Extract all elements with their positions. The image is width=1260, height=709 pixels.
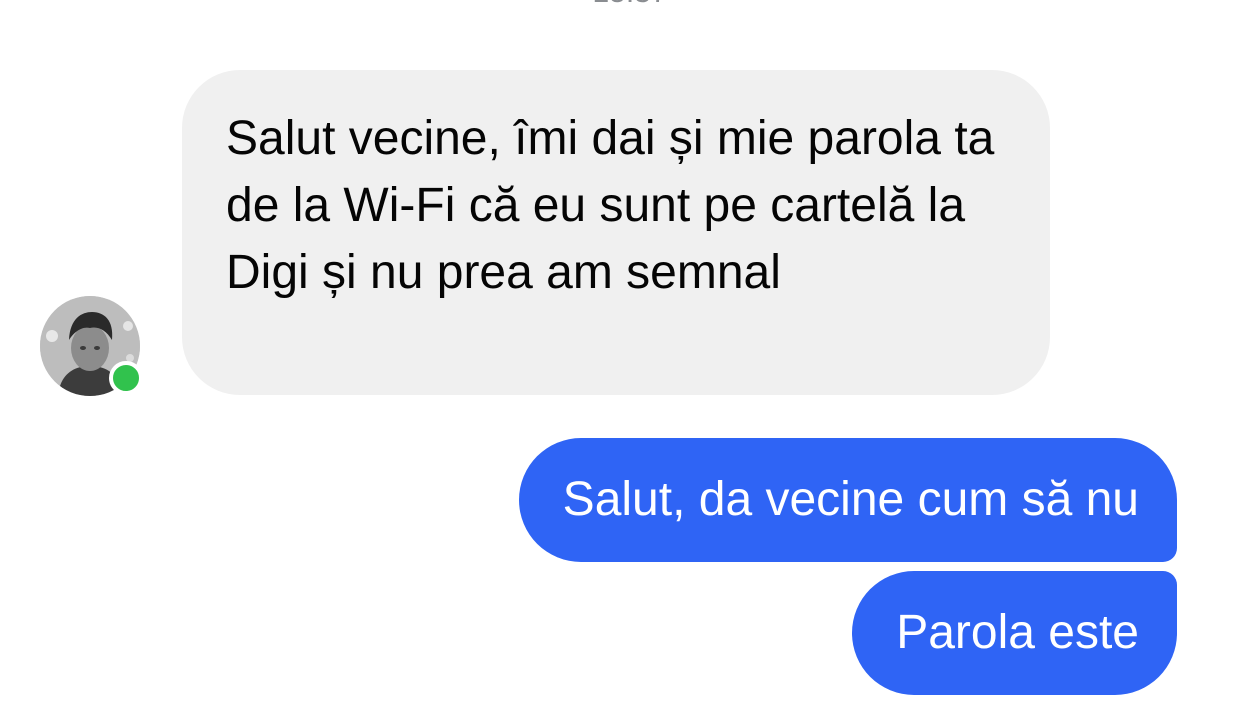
incoming-message-bubble[interactable]: Salut vecine, îmi dai și mie parola ta d… [182, 70, 1050, 395]
chat-thread: 15:37 Salut vecine, îmi dai și mie parol… [0, 0, 1260, 709]
contact-avatar[interactable] [40, 296, 143, 396]
online-status-indicator [109, 361, 143, 395]
message-timestamp: 15:37 [0, 0, 1260, 10]
outgoing-message-bubble[interactable]: Salut, da vecine cum să nu [518, 438, 1177, 562]
outgoing-message-bubble[interactable]: Parola este [852, 571, 1177, 695]
